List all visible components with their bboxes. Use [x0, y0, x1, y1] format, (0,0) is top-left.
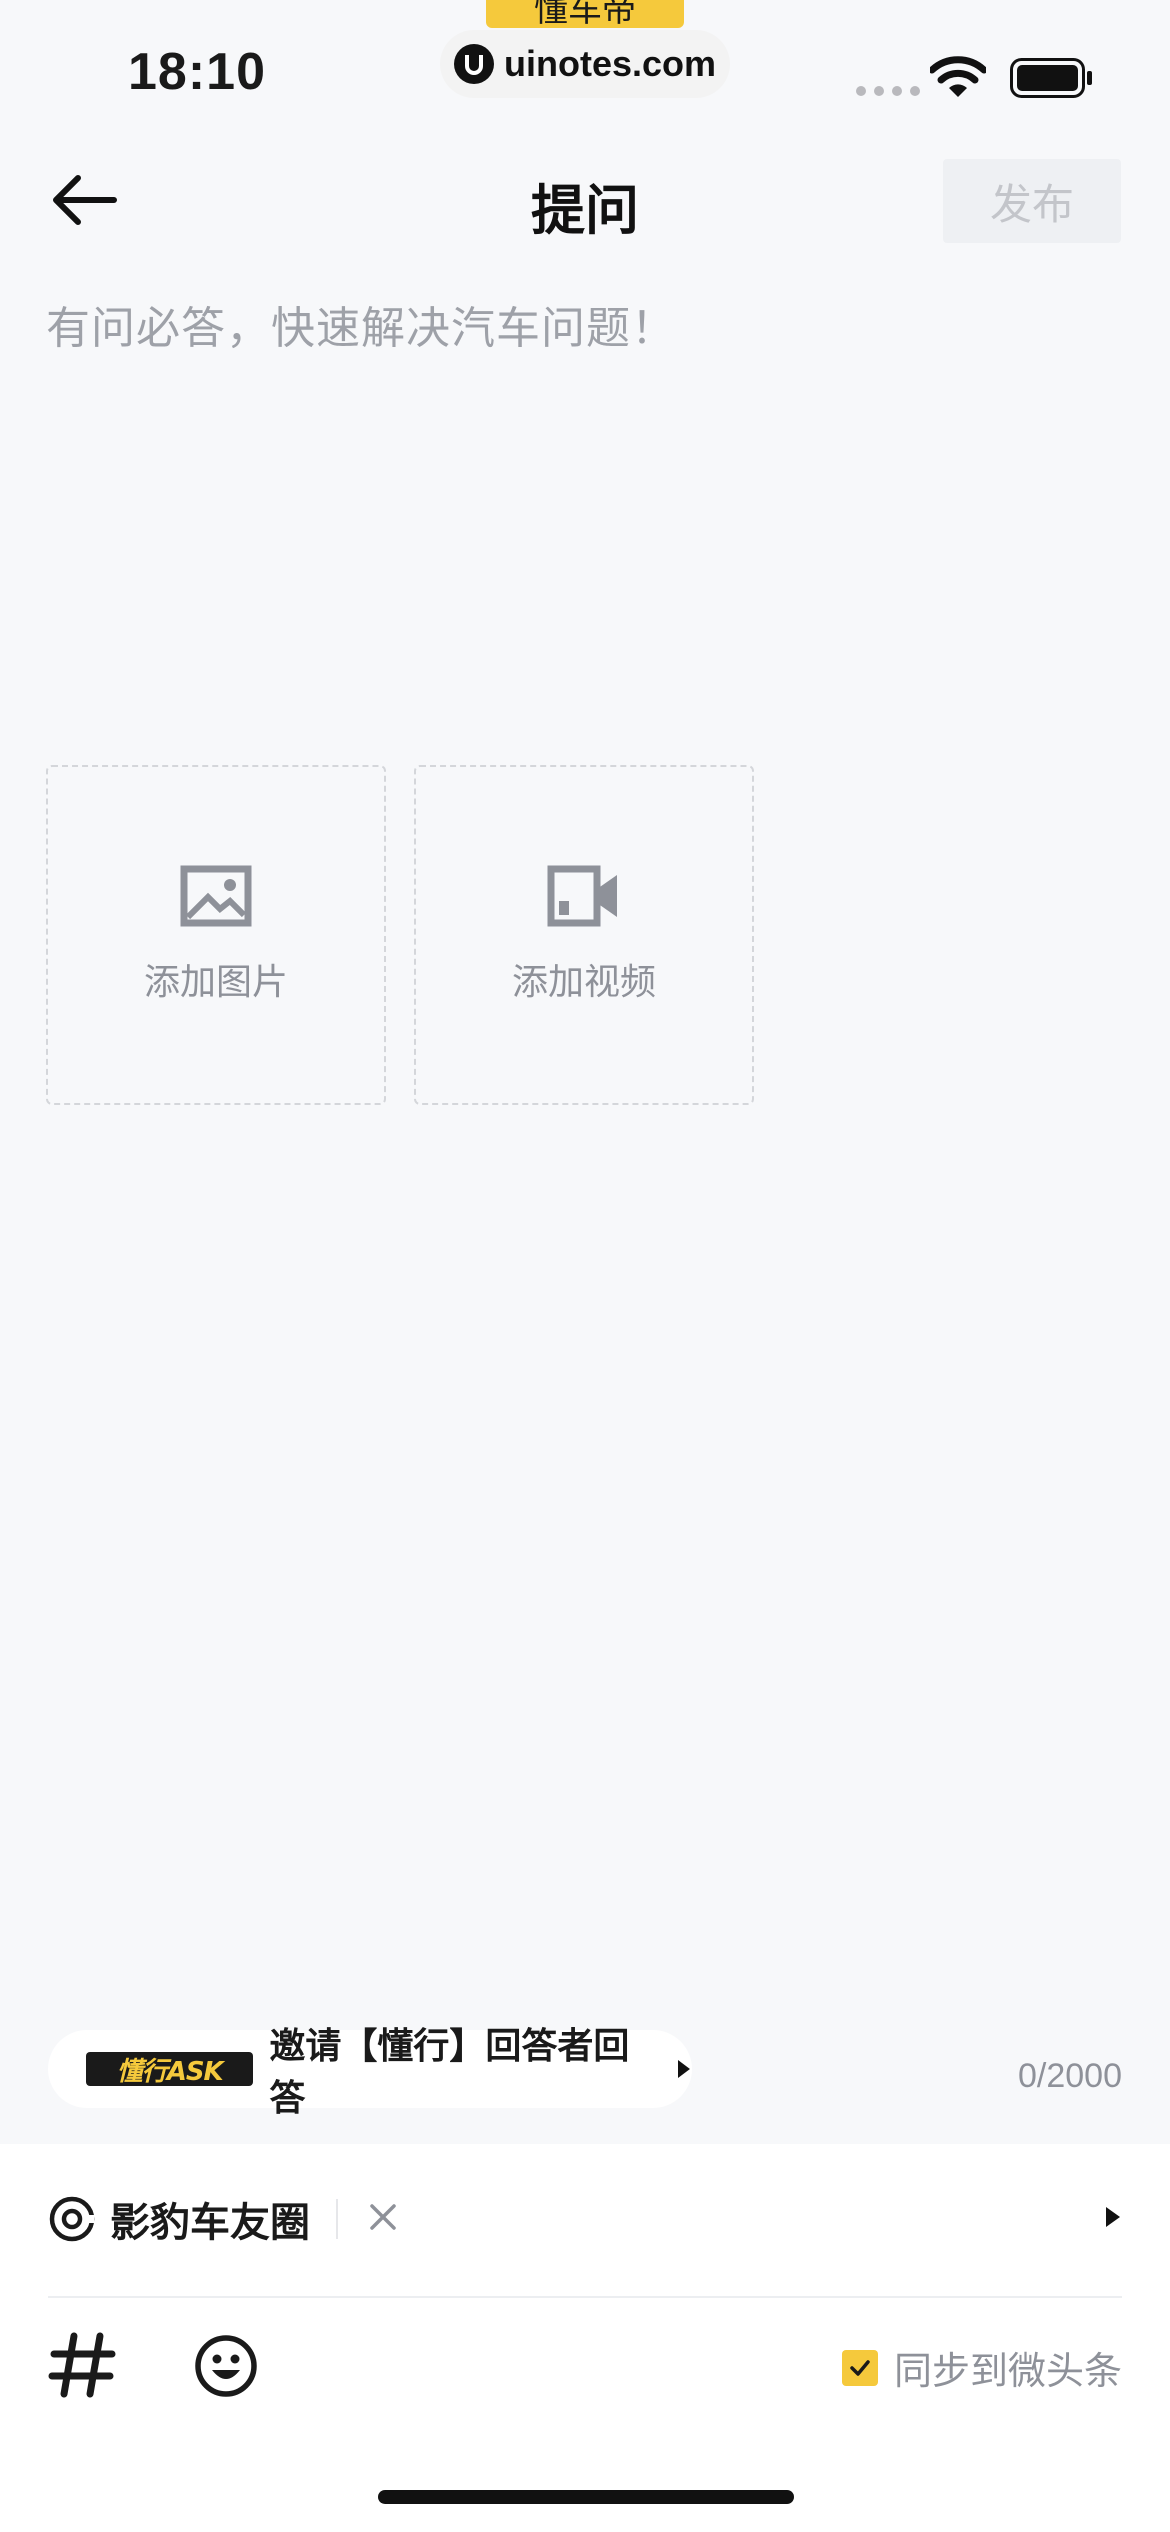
remove-circle-button[interactable] — [368, 2202, 398, 2236]
emoji-icon — [195, 2335, 257, 2397]
add-video-label: 添加视频 — [511, 962, 656, 1003]
circle-community-icon — [49, 2196, 95, 2242]
hashtag-icon — [48, 2332, 116, 2398]
toolbar-divider — [48, 2296, 1122, 2298]
circle-selector[interactable]: 影豹车友圈 — [48, 2184, 1122, 2254]
question-input[interactable] — [46, 292, 1124, 652]
add-image-button[interactable]: 添加图片 — [46, 765, 386, 1105]
url-text: uinotes.com — [503, 43, 717, 84]
cellular-signal-icon — [856, 86, 920, 96]
add-image-label: 添加图片 — [143, 962, 288, 1003]
brand-tab-label: 懂车帝 — [534, 0, 636, 28]
circle-more-button[interactable] — [1104, 2205, 1122, 2233]
check-icon — [850, 2359, 870, 2376]
add-topic-button[interactable] — [48, 2330, 118, 2404]
invite-expert-banner[interactable]: 懂行ASK 邀请【懂行】回答者回答 — [48, 2026, 692, 2119]
status-time: 18:10 — [128, 43, 266, 101]
emoji-button[interactable] — [194, 2334, 258, 2402]
invite-expert-text: 邀请【懂行】回答者回答 — [269, 2026, 630, 2119]
sync-label: 同步到微头条 — [893, 2349, 1122, 2393]
char-count: 0/2000 — [1018, 2057, 1122, 2095]
add-video-button[interactable]: 添加视频 — [414, 765, 754, 1105]
circle-name: 影豹车友圈 — [110, 2200, 310, 2246]
close-icon — [370, 2204, 396, 2230]
publish-button[interactable]: 发布 — [943, 159, 1121, 243]
brand-tab: 懂车帝 — [486, 0, 684, 28]
sync-checkbox[interactable] — [841, 2349, 878, 2386]
video-camera-icon — [547, 865, 617, 927]
battery-icon — [1010, 58, 1094, 102]
sync-toggle[interactable]: 同步到微头条 — [841, 2340, 1122, 2395]
url-pill: uinotes.com — [440, 30, 730, 98]
caret-right-icon — [678, 2060, 691, 2078]
home-indicator[interactable] — [378, 2490, 794, 2504]
ask-logo: 懂行ASK — [86, 2052, 254, 2087]
ask-logo-text: 懂行ASK — [116, 2056, 224, 2087]
circle-divider — [336, 2199, 338, 2239]
caret-right-icon — [1106, 2207, 1120, 2227]
site-logo-icon — [453, 44, 494, 84]
wifi-icon — [928, 56, 988, 104]
image-icon — [180, 865, 252, 927]
